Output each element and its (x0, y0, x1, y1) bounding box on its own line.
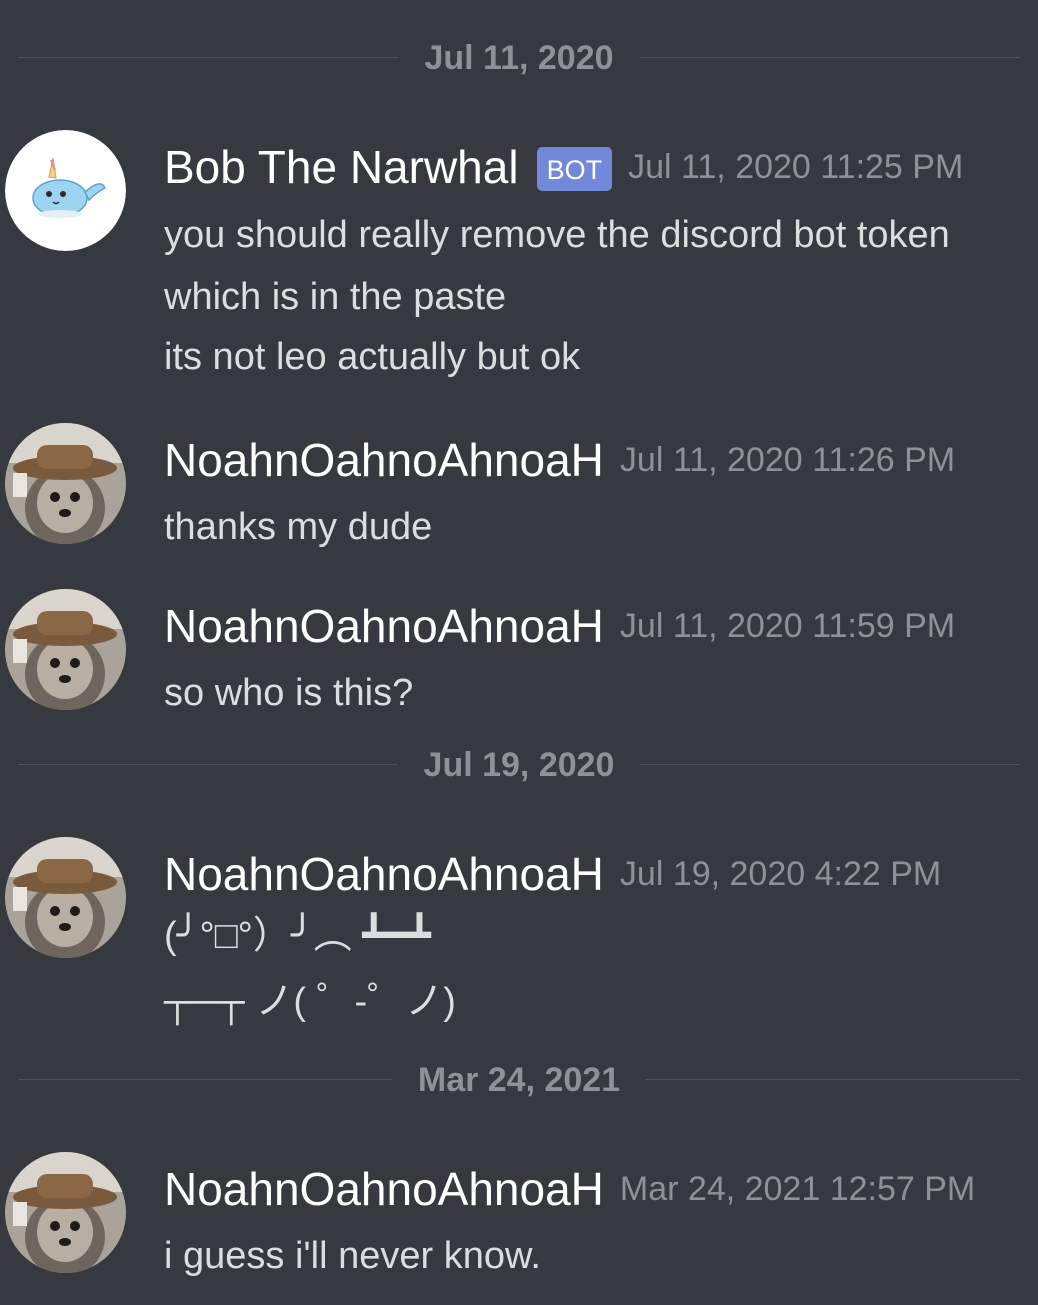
date-divider: Mar 24, 2021 (18, 1058, 1020, 1102)
bot-badge: BOT (536, 147, 613, 191)
date-divider-label: Jul 19, 2020 (397, 743, 641, 787)
date-divider-label: Mar 24, 2021 (391, 1058, 647, 1102)
dog-with-hat-avatar[interactable] (5, 1152, 126, 1273)
dog-with-hat-avatar[interactable] (5, 837, 126, 958)
message-header: NoahnOahnoAhnoaH Jul 11, 2020 11:26 PM (164, 433, 955, 487)
dog-with-hat-avatar[interactable] (5, 423, 126, 544)
message-text: you should really remove the discord bot… (164, 214, 950, 256)
timestamp: Jul 11, 2020 11:59 PM (619, 607, 956, 645)
username[interactable]: Bob The Narwhal (164, 141, 519, 193)
date-divider: Jul 11, 2020 (18, 36, 1020, 80)
message-header: NoahnOahnoAhnoaH Mar 24, 2021 12:57 PM (164, 1162, 975, 1216)
timestamp: Jul 11, 2020 11:26 PM (619, 441, 956, 479)
timestamp: Jul 19, 2020 4:22 PM (619, 855, 942, 893)
message-header: NoahnOahnoAhnoaH Jul 11, 2020 11:59 PM (164, 599, 955, 653)
timestamp: Jul 11, 2020 11:25 PM (628, 148, 964, 186)
date-divider-label: Jul 11, 2020 (398, 36, 640, 80)
message-text: so who is this? (164, 672, 414, 714)
username[interactable]: NoahnOahnoAhnoaH (164, 434, 604, 486)
username[interactable]: NoahnOahnoAhnoaH (164, 1163, 604, 1215)
message-text: which is in the paste (164, 276, 507, 318)
message-text: its not leo actually but ok (164, 336, 581, 378)
message-text: i guess i'll never know. (164, 1235, 541, 1277)
dog-with-hat-avatar[interactable] (5, 589, 126, 710)
message-text: ┬─┬ ノ( ゜-゜ノ) (164, 981, 456, 1023)
message-header: Bob The Narwhal BOT Jul 11, 2020 11:25 PM (164, 140, 963, 194)
username[interactable]: NoahnOahnoAhnoaH (164, 600, 604, 652)
message-text: thanks my dude (164, 506, 433, 548)
message-header: NoahnOahnoAhnoaH Jul 19, 2020 4:22 PM (164, 847, 941, 901)
username[interactable]: NoahnOahnoAhnoaH (164, 848, 604, 900)
date-divider: Jul 19, 2020 (18, 743, 1020, 787)
message-text: (╯°□°）╯︵ ┻━┻ (164, 915, 431, 957)
narwhal-avatar-icon[interactable] (5, 130, 126, 251)
timestamp: Mar 24, 2021 12:57 PM (619, 1170, 976, 1208)
